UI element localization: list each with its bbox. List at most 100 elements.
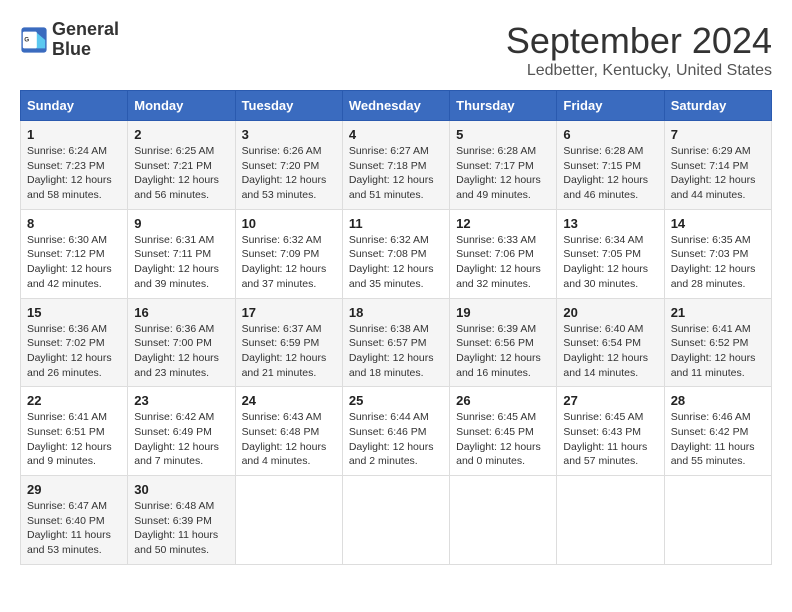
weekday-header-thursday: Thursday [450, 91, 557, 121]
cell-info: Sunrise: 6:30 AMSunset: 7:12 PMDaylight:… [27, 234, 112, 290]
calendar-cell: 14 Sunrise: 6:35 AMSunset: 7:03 PMDaylig… [664, 209, 771, 298]
calendar-cell: 15 Sunrise: 6:36 AMSunset: 7:02 PMDaylig… [21, 298, 128, 387]
calendar-cell: 8 Sunrise: 6:30 AMSunset: 7:12 PMDayligh… [21, 209, 128, 298]
cell-info: Sunrise: 6:24 AMSunset: 7:23 PMDaylight:… [27, 145, 112, 201]
day-number: 8 [27, 216, 121, 231]
header: G General Blue September 2024 Ledbetter,… [20, 20, 772, 80]
cell-info: Sunrise: 6:38 AMSunset: 6:57 PMDaylight:… [349, 323, 434, 379]
calendar-cell: 10 Sunrise: 6:32 AMSunset: 7:09 PMDaylig… [235, 209, 342, 298]
cell-info: Sunrise: 6:33 AMSunset: 7:06 PMDaylight:… [456, 234, 541, 290]
calendar-cell [450, 476, 557, 565]
weekday-header-tuesday: Tuesday [235, 91, 342, 121]
logo: G General Blue [20, 20, 119, 60]
calendar-cell: 17 Sunrise: 6:37 AMSunset: 6:59 PMDaylig… [235, 298, 342, 387]
cell-info: Sunrise: 6:32 AMSunset: 7:08 PMDaylight:… [349, 234, 434, 290]
calendar-cell: 28 Sunrise: 6:46 AMSunset: 6:42 PMDaylig… [664, 387, 771, 476]
calendar-cell: 29 Sunrise: 6:47 AMSunset: 6:40 PMDaylig… [21, 476, 128, 565]
calendar-week-3: 15 Sunrise: 6:36 AMSunset: 7:02 PMDaylig… [21, 298, 772, 387]
weekday-header: SundayMondayTuesdayWednesdayThursdayFrid… [21, 91, 772, 121]
calendar-cell: 4 Sunrise: 6:27 AMSunset: 7:18 PMDayligh… [342, 121, 449, 210]
day-number: 4 [349, 127, 443, 142]
calendar-cell: 22 Sunrise: 6:41 AMSunset: 6:51 PMDaylig… [21, 387, 128, 476]
calendar-cell [235, 476, 342, 565]
calendar-cell: 24 Sunrise: 6:43 AMSunset: 6:48 PMDaylig… [235, 387, 342, 476]
day-number: 15 [27, 305, 121, 320]
cell-info: Sunrise: 6:46 AMSunset: 6:42 PMDaylight:… [671, 411, 755, 467]
svg-text:G: G [24, 36, 29, 43]
cell-info: Sunrise: 6:27 AMSunset: 7:18 PMDaylight:… [349, 145, 434, 201]
calendar-week-4: 22 Sunrise: 6:41 AMSunset: 6:51 PMDaylig… [21, 387, 772, 476]
cell-info: Sunrise: 6:36 AMSunset: 7:02 PMDaylight:… [27, 323, 112, 379]
cell-info: Sunrise: 6:36 AMSunset: 7:00 PMDaylight:… [134, 323, 219, 379]
day-number: 5 [456, 127, 550, 142]
cell-info: Sunrise: 6:25 AMSunset: 7:21 PMDaylight:… [134, 145, 219, 201]
calendar-week-2: 8 Sunrise: 6:30 AMSunset: 7:12 PMDayligh… [21, 209, 772, 298]
cell-info: Sunrise: 6:39 AMSunset: 6:56 PMDaylight:… [456, 323, 541, 379]
weekday-header-monday: Monday [128, 91, 235, 121]
calendar-body: 1 Sunrise: 6:24 AMSunset: 7:23 PMDayligh… [21, 121, 772, 565]
calendar-week-5: 29 Sunrise: 6:47 AMSunset: 6:40 PMDaylig… [21, 476, 772, 565]
title-area: September 2024 Ledbetter, Kentucky, Unit… [506, 20, 772, 80]
calendar-cell: 21 Sunrise: 6:41 AMSunset: 6:52 PMDaylig… [664, 298, 771, 387]
cell-info: Sunrise: 6:45 AMSunset: 6:43 PMDaylight:… [563, 411, 647, 467]
cell-info: Sunrise: 6:32 AMSunset: 7:09 PMDaylight:… [242, 234, 327, 290]
calendar-table: SundayMondayTuesdayWednesdayThursdayFrid… [20, 90, 772, 565]
day-number: 7 [671, 127, 765, 142]
cell-info: Sunrise: 6:44 AMSunset: 6:46 PMDaylight:… [349, 411, 434, 467]
cell-info: Sunrise: 6:28 AMSunset: 7:15 PMDaylight:… [563, 145, 648, 201]
logo-text: General Blue [52, 20, 119, 60]
day-number: 29 [27, 482, 121, 497]
calendar-week-1: 1 Sunrise: 6:24 AMSunset: 7:23 PMDayligh… [21, 121, 772, 210]
calendar-cell [664, 476, 771, 565]
day-number: 3 [242, 127, 336, 142]
calendar-cell: 16 Sunrise: 6:36 AMSunset: 7:00 PMDaylig… [128, 298, 235, 387]
weekday-header-wednesday: Wednesday [342, 91, 449, 121]
cell-info: Sunrise: 6:41 AMSunset: 6:51 PMDaylight:… [27, 411, 112, 467]
weekday-header-friday: Friday [557, 91, 664, 121]
cell-info: Sunrise: 6:28 AMSunset: 7:17 PMDaylight:… [456, 145, 541, 201]
day-number: 14 [671, 216, 765, 231]
day-number: 21 [671, 305, 765, 320]
cell-info: Sunrise: 6:47 AMSunset: 6:40 PMDaylight:… [27, 500, 111, 556]
cell-info: Sunrise: 6:34 AMSunset: 7:05 PMDaylight:… [563, 234, 648, 290]
calendar-cell: 13 Sunrise: 6:34 AMSunset: 7:05 PMDaylig… [557, 209, 664, 298]
calendar-cell: 5 Sunrise: 6:28 AMSunset: 7:17 PMDayligh… [450, 121, 557, 210]
calendar-cell: 2 Sunrise: 6:25 AMSunset: 7:21 PMDayligh… [128, 121, 235, 210]
day-number: 9 [134, 216, 228, 231]
logo-icon: G [20, 26, 48, 54]
weekday-header-saturday: Saturday [664, 91, 771, 121]
cell-info: Sunrise: 6:37 AMSunset: 6:59 PMDaylight:… [242, 323, 327, 379]
subtitle: Ledbetter, Kentucky, United States [506, 62, 772, 80]
calendar-cell: 6 Sunrise: 6:28 AMSunset: 7:15 PMDayligh… [557, 121, 664, 210]
day-number: 26 [456, 393, 550, 408]
day-number: 27 [563, 393, 657, 408]
calendar-cell: 7 Sunrise: 6:29 AMSunset: 7:14 PMDayligh… [664, 121, 771, 210]
calendar-cell: 18 Sunrise: 6:38 AMSunset: 6:57 PMDaylig… [342, 298, 449, 387]
day-number: 22 [27, 393, 121, 408]
calendar-cell: 3 Sunrise: 6:26 AMSunset: 7:20 PMDayligh… [235, 121, 342, 210]
day-number: 10 [242, 216, 336, 231]
calendar-cell: 1 Sunrise: 6:24 AMSunset: 7:23 PMDayligh… [21, 121, 128, 210]
cell-info: Sunrise: 6:29 AMSunset: 7:14 PMDaylight:… [671, 145, 756, 201]
calendar-cell [342, 476, 449, 565]
cell-info: Sunrise: 6:43 AMSunset: 6:48 PMDaylight:… [242, 411, 327, 467]
cell-info: Sunrise: 6:40 AMSunset: 6:54 PMDaylight:… [563, 323, 648, 379]
main-title: September 2024 [506, 20, 772, 62]
day-number: 13 [563, 216, 657, 231]
day-number: 2 [134, 127, 228, 142]
day-number: 23 [134, 393, 228, 408]
calendar-cell: 25 Sunrise: 6:44 AMSunset: 6:46 PMDaylig… [342, 387, 449, 476]
cell-info: Sunrise: 6:45 AMSunset: 6:45 PMDaylight:… [456, 411, 541, 467]
calendar-cell: 30 Sunrise: 6:48 AMSunset: 6:39 PMDaylig… [128, 476, 235, 565]
cell-info: Sunrise: 6:26 AMSunset: 7:20 PMDaylight:… [242, 145, 327, 201]
day-number: 18 [349, 305, 443, 320]
calendar-cell: 23 Sunrise: 6:42 AMSunset: 6:49 PMDaylig… [128, 387, 235, 476]
day-number: 17 [242, 305, 336, 320]
day-number: 11 [349, 216, 443, 231]
weekday-header-sunday: Sunday [21, 91, 128, 121]
calendar-cell: 19 Sunrise: 6:39 AMSunset: 6:56 PMDaylig… [450, 298, 557, 387]
day-number: 19 [456, 305, 550, 320]
calendar-cell: 11 Sunrise: 6:32 AMSunset: 7:08 PMDaylig… [342, 209, 449, 298]
calendar-cell: 26 Sunrise: 6:45 AMSunset: 6:45 PMDaylig… [450, 387, 557, 476]
cell-info: Sunrise: 6:35 AMSunset: 7:03 PMDaylight:… [671, 234, 756, 290]
